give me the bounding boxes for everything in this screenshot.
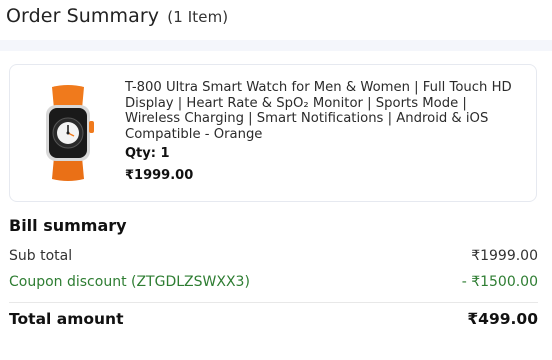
order-item-card[interactable]: T-800 Ultra Smart Watch for Men & Women … <box>9 64 537 202</box>
subtotal-label: Sub total <box>9 248 73 264</box>
product-name[interactable]: T-800 Ultra Smart Watch for Men & Women … <box>125 80 525 142</box>
bill-summary-title: Bill summary <box>9 216 127 235</box>
smart-watch-icon <box>46 85 94 181</box>
section-separator-band <box>0 40 552 51</box>
item-count: (1 Item) <box>167 8 229 26</box>
product-quantity: Qty: 1 <box>125 146 170 161</box>
smart-watch-product-image[interactable] <box>30 83 106 183</box>
page-title: Order Summary (1 Item) <box>6 5 228 27</box>
coupon-discount-value: - ₹1500.00 <box>461 274 538 290</box>
total-divider <box>9 302 538 303</box>
title-text: Order Summary <box>6 5 160 27</box>
product-price: ₹1999.00 <box>125 168 194 183</box>
coupon-discount-label: Coupon discount (ZTGDLZSWXX3) <box>9 274 250 290</box>
subtotal-value: ₹1999.00 <box>471 248 538 264</box>
total-amount-label: Total amount <box>9 310 124 328</box>
order-summary-header: Order Summary (1 Item) <box>0 0 552 40</box>
total-amount-value: ₹499.00 <box>467 310 538 328</box>
